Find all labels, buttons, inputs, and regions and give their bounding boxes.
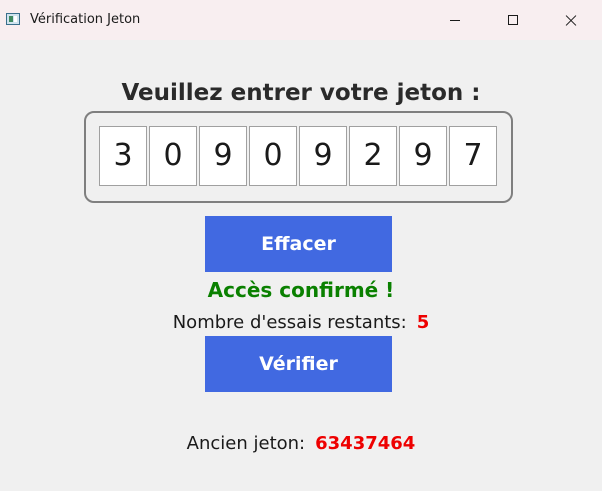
token-digit-2[interactable]: 0 — [149, 126, 197, 186]
token-digit-1[interactable]: 3 — [99, 126, 147, 186]
token-digit-4[interactable]: 0 — [249, 126, 297, 186]
old-token-label: Ancien jeton: — [186, 433, 306, 454]
remaining-tries-value: 5 — [416, 312, 430, 333]
token-digit-6[interactable]: 2 — [349, 126, 397, 186]
app-icon — [6, 13, 20, 25]
status-message: Accès confirmé ! — [207, 278, 395, 302]
token-digit-3[interactable]: 9 — [199, 126, 247, 186]
token-digit-group: 3 0 9 0 9 2 9 7 — [99, 126, 497, 186]
title-bar[interactable]: Vérification Jeton — [0, 0, 602, 40]
token-prompt-heading: Veuillez entrer votre jeton : — [121, 80, 481, 106]
old-token-value: 63437464 — [315, 433, 416, 454]
minimize-icon[interactable] — [432, 0, 478, 40]
old-token: Ancien jeton: 63437464 — [0, 433, 602, 454]
window-title: Vérification Jeton — [30, 12, 141, 27]
token-digit-5[interactable]: 9 — [299, 126, 347, 186]
remaining-tries: Nombre d'essais restants: 5 — [0, 312, 602, 333]
token-digit-7[interactable]: 9 — [399, 126, 447, 186]
token-digit-8[interactable]: 7 — [449, 126, 497, 186]
app-window: Vérification Jeton Veuillez entrer votre… — [0, 0, 602, 491]
maximize-icon[interactable] — [490, 0, 536, 40]
clear-button[interactable]: Effacer — [205, 216, 392, 272]
verify-button[interactable]: Vérifier — [205, 336, 392, 392]
close-icon[interactable] — [548, 0, 594, 40]
remaining-tries-label: Nombre d'essais restants: — [172, 312, 407, 333]
